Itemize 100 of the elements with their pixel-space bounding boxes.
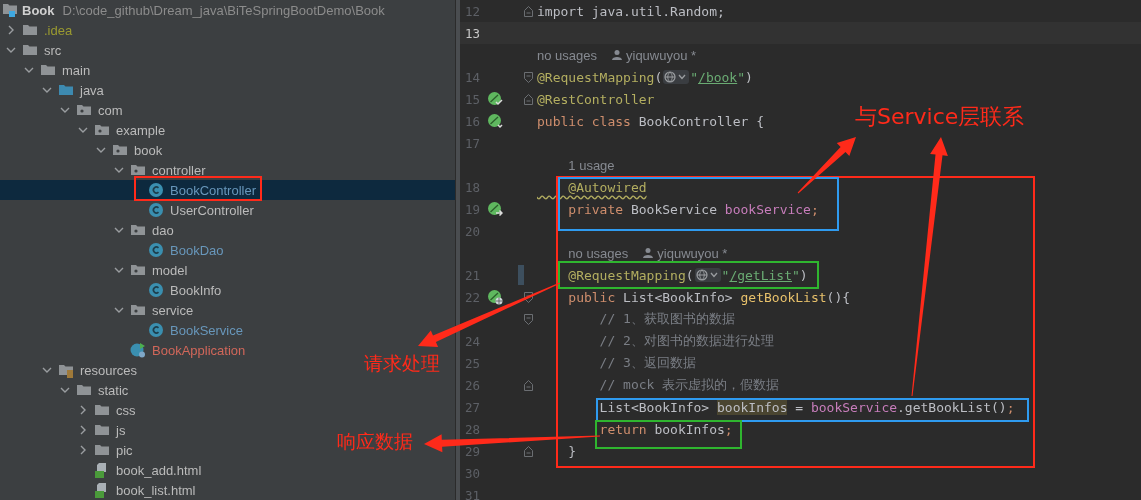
fold-icon[interactable]: [524, 445, 533, 457]
tree-item[interactable]: resources: [78, 362, 140, 378]
spring-bean-icon[interactable]: [487, 91, 503, 107]
tree-item[interactable]: controller: [150, 162, 208, 178]
fold-icon[interactable]: [524, 5, 533, 17]
change-marker[interactable]: [518, 265, 524, 285]
tree-item[interactable]: js: [114, 422, 128, 438]
tree-item[interactable]: .idea: [42, 22, 75, 38]
annotation-label: 请求处理: [364, 352, 440, 375]
tree-item[interactable]: pic: [114, 442, 135, 458]
line-number: 22: [463, 289, 480, 305]
tree-item[interactable]: book_add.html: [114, 462, 204, 478]
code-text: }: [567, 443, 577, 459]
package-folder-icon: [112, 142, 128, 158]
line-number: 15: [463, 91, 480, 107]
package-folder-icon: [130, 162, 146, 178]
fold-icon[interactable]: [524, 313, 533, 325]
author-hint[interactable]: yiquwuyou *: [626, 47, 697, 63]
tree-item[interactable]: dao: [150, 222, 176, 238]
tree-item[interactable]: UserController: [168, 202, 256, 218]
arrow: [797, 137, 856, 194]
line-number: 14: [463, 69, 480, 85]
run-class-icon: [130, 342, 146, 358]
folder-icon: [94, 402, 110, 418]
folder-icon: [94, 422, 110, 438]
line-number: 31: [463, 487, 480, 500]
code-text: // 2、对图书的数据进行处理: [598, 332, 774, 350]
folder-icon: [94, 442, 110, 458]
tree-item[interactable]: model: [150, 262, 190, 278]
tree-item[interactable]: book: [132, 142, 165, 158]
tree-item[interactable]: service: [150, 302, 196, 318]
code-text: // 1、获取图书的数据: [598, 310, 735, 328]
fold-icon[interactable]: [524, 291, 533, 303]
folder-icon: [40, 62, 56, 78]
code-text: // 3、返回数据: [598, 354, 696, 372]
package-folder-icon: [76, 102, 92, 118]
usage-hint[interactable]: no usages: [537, 47, 597, 63]
project-folder-icon: [2, 2, 18, 18]
code-text: @Autowired: [567, 179, 647, 195]
line-number: 21: [463, 267, 480, 283]
code-text: public class BookController {: [537, 113, 764, 129]
line-number: 13: [463, 25, 480, 41]
fold-icon[interactable]: [524, 71, 533, 83]
project-name[interactable]: Book: [22, 2, 55, 18]
code-text: @RequestMapping(: [567, 267, 694, 283]
line-number: 29: [463, 443, 480, 459]
line-number: 26: [463, 377, 480, 393]
tree-item[interactable]: java: [78, 82, 106, 98]
globe-icon[interactable]: [694, 268, 721, 282]
line-number: 27: [463, 399, 480, 415]
person-icon: [642, 247, 655, 259]
line-number: 12: [463, 3, 480, 19]
tree-item[interactable]: BookInfo: [168, 282, 224, 298]
package-folder-icon: [130, 262, 146, 278]
code-text: return bookInfos;: [598, 421, 733, 437]
folder-icon: [22, 22, 38, 38]
folder-icon: [22, 42, 38, 58]
code-text: private BookService bookService;: [567, 201, 819, 217]
tree-item[interactable]: BookApplication: [150, 342, 248, 358]
person-icon: [611, 49, 623, 61]
line-number: 25: [463, 355, 480, 371]
code-text: List<BookInfo> bookInfos = bookService.getBookList();: [598, 399, 1015, 415]
resources-folder-icon: [58, 362, 74, 378]
tree-item[interactable]: BookDao: [168, 242, 226, 258]
spring-bean-icon[interactable]: [487, 113, 503, 129]
tree-item[interactable]: src: [42, 42, 64, 58]
folder-icon: [58, 82, 74, 98]
tree-item[interactable]: book_list.html: [114, 482, 198, 498]
tree-item[interactable]: css: [114, 402, 138, 418]
fold-icon[interactable]: [524, 379, 533, 391]
code-text: import java.util.Random;: [537, 3, 725, 19]
class-icon: [148, 182, 164, 198]
class-icon: [148, 242, 164, 258]
code-text: @RestController: [537, 91, 655, 107]
line-number: 20: [463, 223, 480, 239]
globe-icon[interactable]: [663, 70, 690, 84]
fold-icon[interactable]: [524, 93, 533, 105]
tree-item[interactable]: example: [114, 122, 168, 138]
package-folder-icon: [130, 302, 146, 318]
package-folder-icon: [94, 122, 110, 138]
line-number: 18: [463, 179, 480, 195]
line-number: 16: [463, 113, 480, 129]
tree-item[interactable]: BookService: [168, 322, 245, 338]
line-number: 24: [463, 333, 480, 349]
tree-item[interactable]: main: [60, 62, 93, 78]
tree-item[interactable]: com: [96, 102, 125, 118]
project-path: D:\code_github\Dream_java\BiTeSpringBootDemo\Book: [62, 2, 385, 18]
usage-hint[interactable]: no usages: [568, 245, 629, 261]
tree-item[interactable]: static: [96, 382, 131, 398]
code-text: @RequestMapping(: [537, 69, 663, 85]
code-text: public List<BookInfo> getBookList(){: [567, 289, 851, 305]
annotation-label: 与Service层联系: [855, 104, 1025, 131]
spring-bean-icon[interactable]: [487, 289, 503, 305]
code-text: "/book"): [690, 69, 753, 85]
spring-bean-icon[interactable]: [487, 201, 503, 217]
code-text: // mock 表示虚拟的，假数据: [598, 376, 780, 394]
line-number: 19: [463, 201, 480, 217]
author-hint[interactable]: yiquwuyou *: [657, 245, 728, 261]
usage-hint[interactable]: 1 usage: [568, 157, 615, 173]
code-text: "/getList"): [721, 267, 808, 283]
